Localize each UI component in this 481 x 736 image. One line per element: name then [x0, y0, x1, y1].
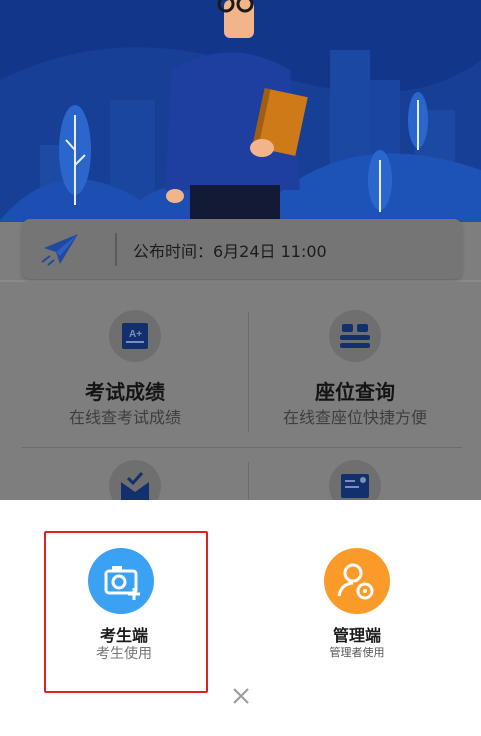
role-option-admin[interactable]: 管理端 管理者使用 — [277, 548, 437, 668]
feature-item-3[interactable] — [15, 460, 235, 500]
feature-title: 考试成绩 — [85, 380, 165, 404]
feature-title: 座位查询 — [315, 380, 395, 404]
score-card-icon: A+ — [109, 310, 161, 362]
role-option-student[interactable]: 考生端 考生使用 — [44, 548, 204, 668]
role-subtitle: 管理者使用 — [329, 646, 385, 659]
svg-text:A+: A+ — [129, 329, 142, 340]
seats-icon — [329, 310, 381, 362]
grid-divider-horizontal — [22, 447, 462, 448]
camera-plus-icon — [88, 548, 154, 614]
notice-divider — [115, 233, 117, 266]
role-subtitle: 考生使用 — [96, 646, 152, 662]
publish-time-notice: 公布时间：6月24日 11:00 — [22, 219, 462, 279]
feature-subtitle: 在线查座位快捷方便 — [282, 408, 427, 427]
feature-exam-scores[interactable]: A+ 考试成绩 在线查考试成绩 — [15, 310, 235, 440]
feature-subtitle: 在线查考试成绩 — [68, 408, 181, 427]
publish-time-text: 公布时间：6月24日 11:00 — [133, 242, 327, 261]
mail-check-icon — [109, 460, 161, 500]
feature-item-4[interactable] — [245, 460, 465, 500]
certificate-icon — [329, 460, 381, 500]
feature-grid: A+ 考试成绩 在线查考试成绩 座位查询 在线查座位快捷方便 — [0, 282, 481, 500]
user-gear-icon — [324, 548, 390, 614]
close-button[interactable] — [229, 684, 253, 708]
paper-plane-icon — [41, 234, 78, 266]
role-title: 管理端 — [332, 626, 381, 645]
feature-seat-lookup[interactable]: 座位查询 在线查座位快捷方便 — [245, 310, 465, 440]
app-root: 公布时间：6月24日 11:00 A+ 考试成绩 在线查考试成绩 座位查询 在线… — [0, 0, 481, 736]
role-select-sheet: 考生端 考生使用 管理端 管理者使用 — [0, 500, 481, 736]
close-icon — [233, 688, 249, 704]
